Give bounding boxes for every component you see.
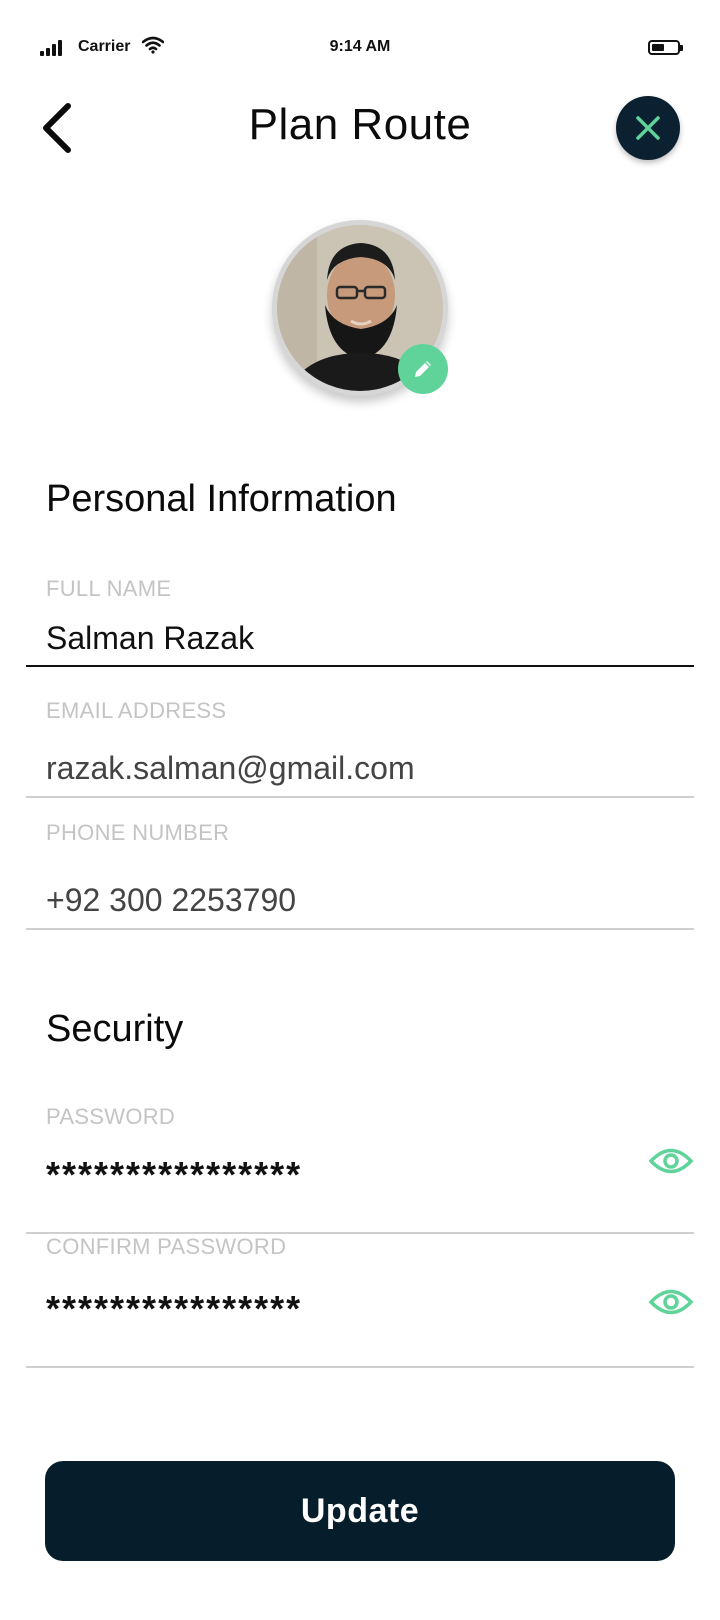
- confirm-password-field: CONFIRM PASSWORD ****************: [26, 1226, 694, 1376]
- phone-field: PHONE NUMBER +92 300 2253790: [26, 812, 694, 932]
- pencil-icon: [415, 361, 431, 377]
- page-title: Plan Route: [248, 100, 472, 149]
- phone-underline: [26, 928, 694, 930]
- battery-icon: [648, 40, 683, 55]
- full-name-input[interactable]: Salman Razak: [46, 620, 606, 657]
- status-time: 9:14 AM: [329, 38, 391, 55]
- confirm-password-underline: [26, 1366, 694, 1368]
- email-input[interactable]: razak.salman@gmail.com: [46, 750, 606, 787]
- email-field: EMAIL ADDRESS razak.salman@gmail.com: [26, 690, 694, 800]
- full-name-field: FULL NAME Salman Razak: [26, 568, 694, 668]
- full-name-underline: [26, 665, 694, 667]
- status-bar: Carrier 9:14 AM: [0, 0, 720, 96]
- profile-avatar-section: [272, 220, 448, 396]
- personal-information-heading: Personal Information: [46, 478, 397, 520]
- edit-avatar-button[interactable]: [398, 344, 448, 394]
- eye-icon[interactable]: [648, 1146, 694, 1176]
- email-label: EMAIL ADDRESS: [46, 698, 227, 723]
- password-field: PASSWORD ****************: [26, 1096, 694, 1236]
- update-button[interactable]: Update: [45, 1461, 675, 1561]
- eye-icon[interactable]: [648, 1287, 694, 1317]
- full-name-label: FULL NAME: [46, 576, 172, 601]
- confirm-password-input[interactable]: ****************: [46, 1288, 606, 1330]
- close-button[interactable]: [616, 96, 680, 160]
- email-underline: [26, 796, 694, 798]
- phone-label: PHONE NUMBER: [46, 820, 230, 845]
- password-input[interactable]: ****************: [46, 1154, 606, 1196]
- phone-input[interactable]: +92 300 2253790: [46, 882, 606, 919]
- confirm-password-label: CONFIRM PASSWORD: [46, 1234, 287, 1259]
- password-label: PASSWORD: [46, 1104, 176, 1129]
- close-icon: [636, 116, 660, 140]
- security-heading: Security: [46, 1008, 184, 1050]
